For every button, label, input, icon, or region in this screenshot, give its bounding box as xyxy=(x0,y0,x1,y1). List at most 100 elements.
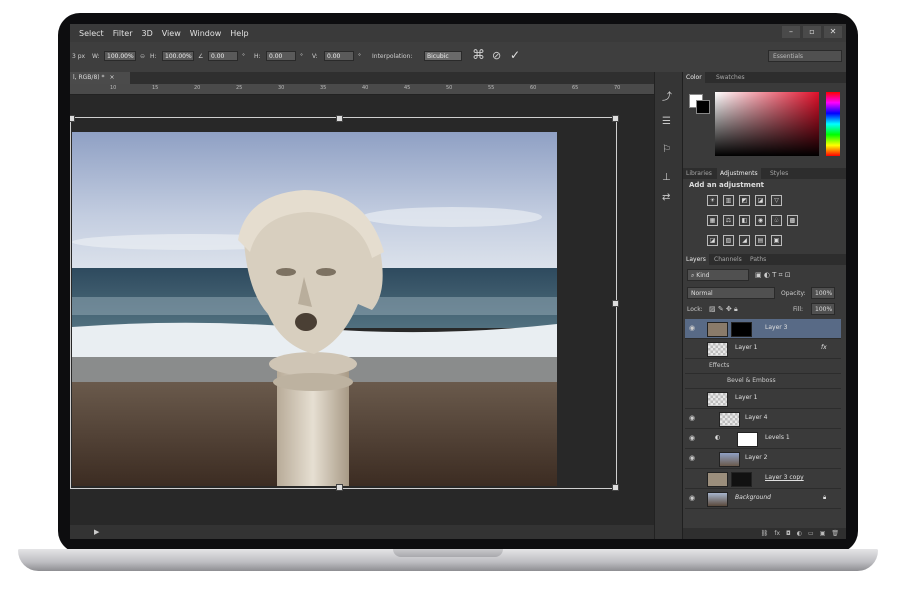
fx-icon[interactable]: fx xyxy=(774,528,780,539)
tab-adjustments[interactable]: Adjustments xyxy=(717,168,761,179)
brush-icon[interactable]: ⊥ xyxy=(662,172,671,183)
layer-row[interactable]: ◉ Background 🔒︎ xyxy=(685,489,841,509)
photo-filter-icon[interactable]: ◉ xyxy=(755,215,766,226)
hue-saturation-icon[interactable]: ▦ xyxy=(707,215,718,226)
document-tab[interactable]: l, RGB/8) * × xyxy=(70,72,130,84)
transform-handle[interactable] xyxy=(336,115,343,122)
eye-icon[interactable]: ◉ xyxy=(689,454,695,462)
link-icon[interactable]: ⊖ xyxy=(140,53,145,60)
layer-name[interactable]: Layer 1 xyxy=(735,344,757,351)
menu-3d[interactable]: 3D xyxy=(142,29,153,38)
trash-icon[interactable]: 🗑︎ xyxy=(831,528,839,539)
menu-window[interactable]: Window xyxy=(190,29,222,38)
layer-name[interactable]: Levels 1 xyxy=(765,434,790,441)
adjust-icon[interactable]: ⇄ xyxy=(662,192,670,203)
transform-bounding-box[interactable] xyxy=(70,115,619,491)
transform-handle[interactable] xyxy=(336,484,343,491)
layer-effects-row[interactable]: Effects xyxy=(685,359,841,374)
actions-icon[interactable]: ⚐ xyxy=(662,144,671,155)
layer-mask-thumbnail[interactable] xyxy=(737,432,758,447)
layer-mask-thumbnail[interactable] xyxy=(731,322,752,337)
play-icon[interactable]: ▶ xyxy=(94,528,99,536)
tab-color[interactable]: Color xyxy=(683,72,705,83)
workspace-select[interactable]: Essentials xyxy=(768,50,842,62)
close-tab-icon[interactable]: × xyxy=(109,74,114,81)
menu-filter[interactable]: Filter xyxy=(113,29,133,38)
eye-icon[interactable]: ◉ xyxy=(689,494,695,502)
eye-icon[interactable]: ◉ xyxy=(689,434,695,442)
exposure-icon[interactable]: ◪ xyxy=(755,195,766,206)
vibrance-icon[interactable]: ▽ xyxy=(771,195,782,206)
menu-view[interactable]: View xyxy=(162,29,181,38)
color-picker-field[interactable] xyxy=(715,92,819,156)
layer-name[interactable]: Background xyxy=(735,494,771,501)
width-field[interactable]: 100.00% xyxy=(104,51,136,61)
layer-name[interactable]: Layer 1 xyxy=(735,394,757,401)
minimize-button[interactable]: – xyxy=(782,26,800,38)
history-icon[interactable]: ⤴ xyxy=(662,88,672,103)
layer-row[interactable]: ◉ Layer 2 xyxy=(685,449,841,469)
gradient-map-icon[interactable]: ▤ xyxy=(755,235,766,246)
transform-handle[interactable] xyxy=(70,115,75,122)
layer-filter-icons[interactable]: ▣ ◐ T ⌗ ⊡ xyxy=(755,271,791,280)
link-layers-icon[interactable]: ⛓ xyxy=(761,528,769,539)
color-lookup-icon[interactable]: ▩ xyxy=(787,215,798,226)
brightness-icon[interactable]: ☀ xyxy=(707,195,718,206)
layer-row[interactable]: Layer 3 copy xyxy=(685,469,841,489)
eye-icon[interactable]: ◉ xyxy=(689,324,695,332)
tab-styles[interactable]: Styles xyxy=(767,168,791,179)
layer-filter-select[interactable]: ⌕ Kind xyxy=(687,269,749,281)
tab-layers[interactable]: Layers xyxy=(683,254,709,265)
tab-channels[interactable]: Channels xyxy=(711,254,745,265)
selective-color-icon[interactable]: ▣ xyxy=(771,235,782,246)
threshold-icon[interactable]: ◢ xyxy=(739,235,750,246)
warp-icon[interactable]: ⌘ xyxy=(472,48,485,63)
opacity-field[interactable]: 100% xyxy=(811,287,835,299)
layer-mask-thumbnail[interactable] xyxy=(731,472,752,487)
lock-icons[interactable]: ▨ ✎ ✥ 🔒︎ xyxy=(709,305,738,314)
transform-handle[interactable] xyxy=(612,300,619,307)
layer-row[interactable]: Layer 1 xyxy=(685,389,841,409)
posterize-icon[interactable]: ▧ xyxy=(723,235,734,246)
tab-libraries[interactable]: Libraries xyxy=(683,168,715,179)
interpolation-select[interactable]: Bicubic xyxy=(424,51,462,61)
hskew-field[interactable]: 0.00 xyxy=(266,51,296,61)
new-layer-icon[interactable]: ▣ xyxy=(820,528,826,539)
eye-icon[interactable]: ◉ xyxy=(689,414,695,422)
tab-swatches[interactable]: Swatches xyxy=(713,72,748,83)
layer-name[interactable]: Layer 2 xyxy=(745,454,767,461)
close-button[interactable]: ✕ xyxy=(824,26,842,38)
transform-handle[interactable] xyxy=(612,484,619,491)
vskew-field[interactable]: 0.00 xyxy=(324,51,354,61)
background-color-swatch[interactable] xyxy=(696,100,710,114)
invert-icon[interactable]: ◪ xyxy=(707,235,718,246)
menu-help[interactable]: Help xyxy=(230,29,248,38)
curves-icon[interactable]: ◩ xyxy=(739,195,750,206)
properties-icon[interactable]: ☰ xyxy=(662,116,671,127)
levels-icon[interactable]: ▥ xyxy=(723,195,734,206)
cancel-transform-icon[interactable]: ⊘ xyxy=(492,49,501,62)
fx-badge[interactable]: fx xyxy=(821,344,827,351)
layer-name[interactable]: Layer 3 xyxy=(765,324,787,331)
fill-field[interactable]: 100% xyxy=(811,303,835,315)
layer-row[interactable]: ◉ Layer 4 xyxy=(685,409,841,429)
canvas-area[interactable] xyxy=(70,95,654,525)
blend-mode-select[interactable]: Normal xyxy=(687,287,775,299)
menu-select[interactable]: Select xyxy=(79,29,104,38)
new-group-icon[interactable]: ▭ xyxy=(808,528,814,539)
restore-button[interactable]: ▫ xyxy=(803,26,821,38)
black-white-icon[interactable]: ◧ xyxy=(739,215,750,226)
add-mask-icon[interactable]: ◘ xyxy=(786,528,791,539)
layer-name[interactable]: Layer 4 xyxy=(745,414,767,421)
transform-handle[interactable] xyxy=(612,115,619,122)
layer-row[interactable]: ◉ Layer 3 xyxy=(685,319,841,339)
color-balance-icon[interactable]: ⚖ xyxy=(723,215,734,226)
layer-effect-row[interactable]: Bevel & Emboss xyxy=(685,374,841,389)
layer-row[interactable]: Layer 1 fx xyxy=(685,339,841,359)
channel-mixer-icon[interactable]: ♧ xyxy=(771,215,782,226)
commit-transform-icon[interactable]: ✓ xyxy=(510,48,520,62)
height-field[interactable]: 100.00% xyxy=(162,51,194,61)
layer-name[interactable]: Layer 3 copy xyxy=(765,474,804,481)
hue-slider[interactable] xyxy=(826,92,840,156)
new-adjustment-icon[interactable]: ◐ xyxy=(797,528,802,539)
